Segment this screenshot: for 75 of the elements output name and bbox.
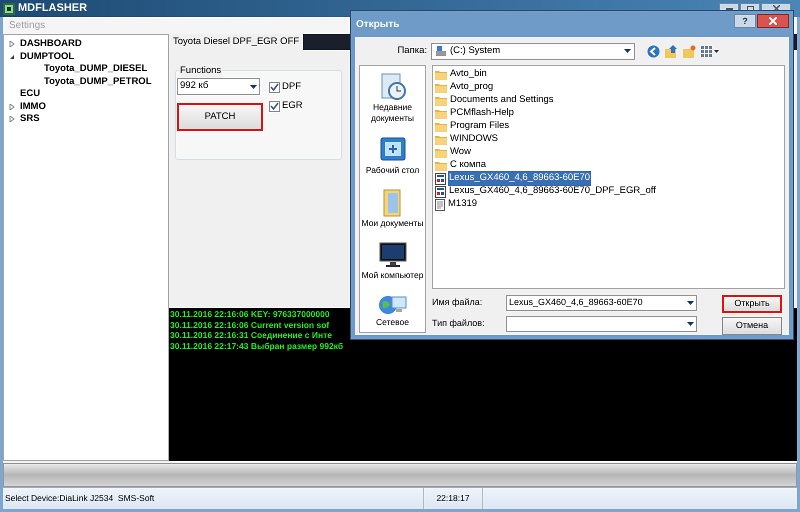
size-select[interactable]: 992 кб	[177, 78, 260, 95]
checkbox[interactable]	[269, 82, 280, 93]
file-item[interactable]: Lexus_GX460_4,6_89663-60E70_DPF_EGR_off	[448, 184, 657, 199]
tree-item[interactable]: ECU	[20, 87, 40, 102]
tree-item[interactable]: DUMPTOOL	[20, 50, 74, 64]
file-item[interactable]: Documents and Settings	[449, 93, 555, 108]
checkbox[interactable]	[269, 100, 280, 112]
tree-item[interactable]: Toyota_DUMP_DIESEL	[44, 62, 148, 76]
filename-field[interactable]: Lexus_GX460_4,6_89663-60E70	[506, 295, 697, 311]
log-line: 30.11.2016 22:16:06 KEY: 976337000000	[170, 309, 330, 320]
new-folder-icon[interactable]	[683, 44, 696, 58]
dialog-title: Открыть	[355, 18, 400, 32]
dropdown-caret-icon	[687, 301, 694, 305]
folder-icon	[435, 95, 447, 106]
back-icon[interactable]	[647, 44, 660, 58]
file-item[interactable]: С компа	[449, 158, 488, 173]
folder-select[interactable]: (C:) System	[431, 42, 635, 60]
file-item[interactable]: Lexus_GX460_4,6_89663-60E70	[448, 171, 592, 186]
tree-item[interactable]: DASHBOARD	[20, 37, 82, 52]
document-icon	[435, 198, 445, 210]
place-item[interactable]: Мой компьютер	[360, 240, 424, 280]
checkbox-label: DPF	[282, 80, 301, 94]
expanded-arrow-icon[interactable]	[9, 54, 15, 60]
log-line: 30.11.2016 22:16:31 Соединение с Инте	[170, 330, 332, 340]
place-item[interactable]: Рабочий стол	[360, 135, 424, 176]
file-item[interactable]: PCMflash-Help	[449, 106, 515, 121]
log-line: 30.11.2016 22:16:06 Current version sof	[170, 320, 330, 330]
dialog-button[interactable]: Открыть	[722, 295, 782, 313]
tree-item[interactable]: SRS	[20, 112, 40, 126]
folder-icon	[435, 82, 447, 93]
dialog-button[interactable]: Отмена	[722, 317, 782, 335]
folder-icon	[435, 134, 447, 145]
dropdown-caret-icon	[250, 84, 257, 88]
folder-icon	[435, 147, 447, 158]
place-item[interactable]: Недавние документы	[360, 72, 424, 123]
place-item[interactable]: Сетевое	[360, 292, 424, 327]
app-logo-icon	[3, 2, 15, 14]
collapsed-arrow-icon[interactable]	[9, 41, 15, 48]
log-line: 30.11.2016 22:17:43 Выбран размер 992кб	[170, 340, 344, 351]
view-menu-icon[interactable]	[701, 46, 719, 56]
collapsed-arrow-icon[interactable]	[9, 104, 15, 110]
drive-icon	[435, 46, 447, 56]
folder-icon	[435, 69, 447, 80]
folder-label: Папка:	[396, 44, 428, 58]
status-time: 22:18:17	[423, 488, 483, 509]
file-item[interactable]: Wow	[449, 145, 472, 160]
file-item[interactable]: M1319	[447, 197, 478, 212]
file-item[interactable]: Program Files	[449, 119, 510, 134]
tree-item[interactable]: IMMO	[20, 100, 46, 114]
tree-item[interactable]: Toyota_DUMP_PETROL	[44, 74, 152, 89]
folder-icon	[435, 160, 447, 171]
program-file-icon	[435, 172, 446, 184]
dropdown-caret-icon	[687, 322, 694, 326]
filetype-select[interactable]	[506, 316, 697, 332]
folder-icon	[435, 108, 447, 119]
monitor-icon	[378, 240, 408, 270]
group-title: Functions	[179, 64, 222, 78]
place-item[interactable]: Мои документы	[360, 188, 424, 228]
filename-label: Имя файла:	[432, 296, 484, 310]
file-item[interactable]: Avto_bin	[449, 67, 488, 82]
folder-icon	[435, 121, 447, 132]
tab[interactable]: Toyota Diesel DPF_EGR OFF	[169, 34, 304, 50]
folder-up-icon[interactable]	[665, 44, 678, 58]
filetype-label: Тип файлов:	[432, 317, 486, 330]
checkbox-label: EGR	[282, 99, 303, 114]
collapsed-arrow-icon[interactable]	[9, 116, 15, 122]
patch-button[interactable]: PATCH	[177, 103, 263, 131]
status-device: Select Device:DiaLink J2534 SMS-Soft	[4, 492, 156, 505]
file-item[interactable]: WINDOWS	[449, 132, 500, 147]
program-file-icon	[435, 186, 446, 198]
close-button[interactable]	[757, 14, 789, 28]
window-title: MDFLASHER	[18, 1, 88, 16]
help-button[interactable]: ?	[734, 14, 756, 28]
file-item[interactable]: Avto_prog	[449, 80, 494, 95]
close-icon	[769, 17, 777, 25]
